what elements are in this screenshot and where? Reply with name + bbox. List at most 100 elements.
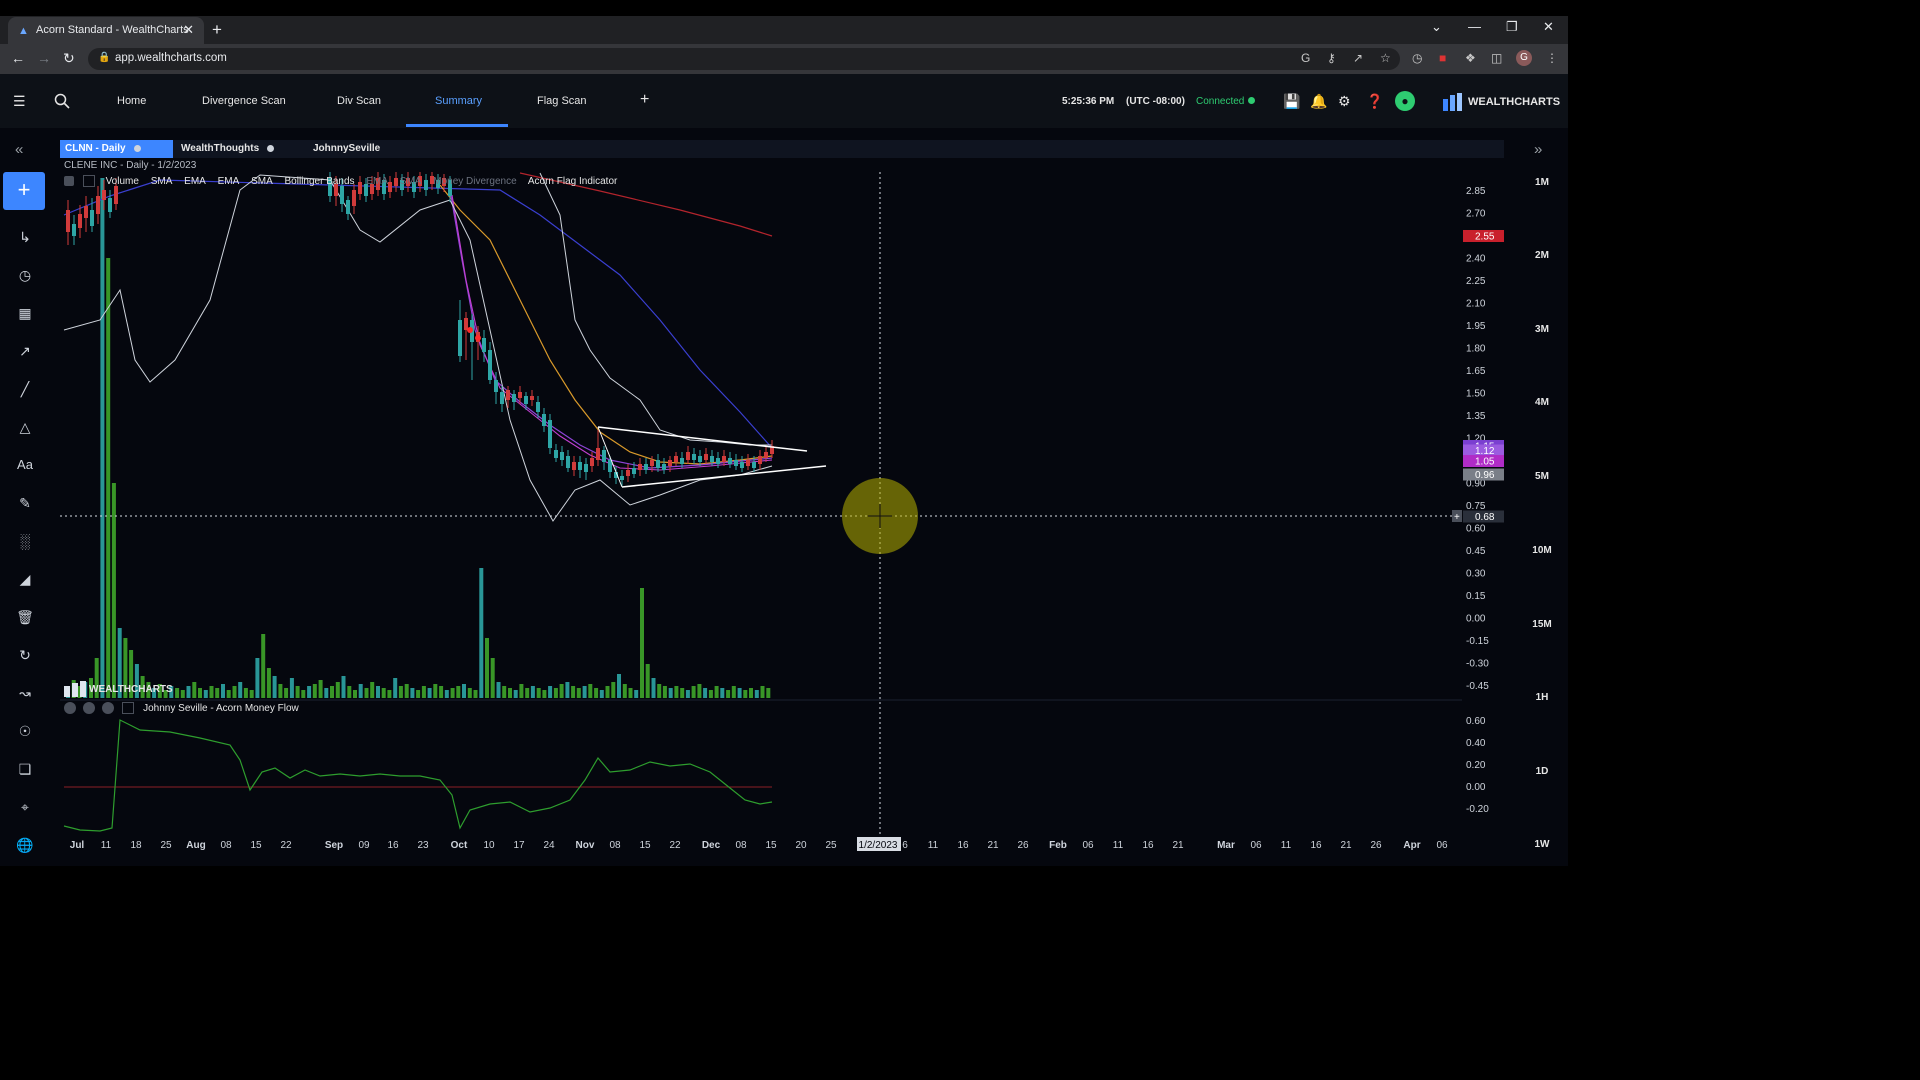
- price-tick-label: 1.35: [1466, 411, 1486, 422]
- x-tick-label: 15: [639, 840, 651, 851]
- lower-pane-legend: Johnny Seville - Acorn Money Flow: [64, 702, 299, 714]
- volume-bar: [307, 686, 312, 698]
- pane-down-icon[interactable]: [82, 702, 95, 714]
- x-tick-label: 20: [795, 840, 807, 851]
- x-tick-label: 08: [220, 840, 232, 851]
- indicator-ema[interactable]: EMA: [184, 176, 206, 187]
- volume-bar: [226, 690, 231, 698]
- volume-bar: [203, 690, 208, 698]
- indicator-bollinger-bands[interactable]: Bollinger Bands: [285, 176, 355, 187]
- indicator-ema-3[interactable]: EMA: [366, 176, 388, 187]
- price-tick-label: 1.65: [1466, 366, 1486, 377]
- lower-tick-label: -0.20: [1466, 804, 1489, 815]
- volume-bar: [530, 686, 535, 698]
- collapse-indicators-icon[interactable]: [64, 176, 74, 186]
- volume-bar: [284, 688, 289, 698]
- x-tick-label: 22: [669, 840, 681, 851]
- candle-body: [764, 452, 768, 458]
- candle-body: [102, 190, 106, 200]
- volume-bar: [106, 258, 111, 698]
- volume-bar: [249, 690, 254, 698]
- volume-bar: [456, 686, 461, 698]
- x-tick-label: 06: [1250, 840, 1262, 851]
- volume-bar: [519, 684, 524, 698]
- price-tick-label: 0.30: [1466, 569, 1486, 580]
- candle-body: [548, 420, 552, 448]
- price-tick-label: 2.10: [1466, 299, 1486, 310]
- volume-bar: [760, 686, 765, 698]
- indicator-volume[interactable]: Volume: [106, 176, 139, 187]
- candle-body: [90, 210, 94, 226]
- price-marker-label: 0.96: [1475, 470, 1495, 481]
- pane-minimize-icon[interactable]: [122, 702, 135, 714]
- volume-bar: [536, 688, 541, 698]
- volume-bar: [622, 684, 627, 698]
- volume-bar: [444, 690, 449, 698]
- volume-bar: [754, 690, 759, 698]
- volume-bar: [553, 688, 558, 698]
- candle-body: [704, 454, 708, 460]
- x-tick-label: Feb: [1049, 840, 1067, 851]
- ma-blue-line: [63, 179, 773, 449]
- indicator-money-divergence[interactable]: Money Divergence: [433, 176, 516, 187]
- indicator-sma[interactable]: SMA: [151, 176, 173, 187]
- candle-body: [482, 338, 486, 352]
- candle-body: [108, 198, 112, 212]
- pane-settings-icon[interactable]: [64, 702, 76, 714]
- volume-bar: [404, 684, 409, 698]
- crosshair-plus-label: +: [1454, 512, 1460, 523]
- candle-body: [96, 196, 100, 214]
- price-tick-label: -0.45: [1466, 681, 1489, 692]
- price-tick-label: 1.95: [1466, 321, 1486, 332]
- candle-body: [494, 380, 498, 392]
- candle-body: [746, 460, 750, 466]
- x-tick-label: 16: [1310, 840, 1322, 851]
- volume-bar: [525, 688, 530, 698]
- x-tick-label: Oct: [451, 840, 468, 851]
- volume-bar: [100, 178, 105, 698]
- volume-bar: [347, 686, 352, 698]
- minimize-pane-icon[interactable]: [82, 175, 95, 187]
- x-tick-label: 25: [825, 840, 837, 851]
- volume-bar: [697, 684, 702, 698]
- candle-body: [536, 402, 540, 412]
- candle-body: [584, 464, 588, 472]
- volume-bar: [387, 690, 392, 698]
- volume-bar: [381, 688, 386, 698]
- candle-body: [464, 318, 468, 330]
- indicator-sma-2[interactable]: SMA: [251, 176, 273, 187]
- volume-bar: [513, 690, 518, 698]
- indicator-sma-3[interactable]: SMA: [400, 176, 422, 187]
- price-tick-label: -0.30: [1466, 659, 1489, 670]
- pane-up-icon[interactable]: [101, 702, 114, 714]
- candle-body: [554, 450, 558, 458]
- candle-body: [578, 462, 582, 470]
- candle-body: [340, 186, 344, 204]
- lower-tick-label: 0.40: [1466, 738, 1486, 749]
- bollinger-upper: [539, 172, 772, 446]
- price-tick-label: 2.85: [1466, 186, 1486, 197]
- volume-bar: [215, 688, 220, 698]
- price-chart[interactable]: 2.85 2.70 2.55 2.40 2.25 2.10 1.95 1.80 1.65 1.50…: [0, 0, 1568, 882]
- candle-body: [560, 452, 564, 460]
- indicator-ema-2[interactable]: EMA: [218, 176, 240, 187]
- candle-body: [698, 456, 702, 462]
- x-tick-label: 26: [1017, 840, 1029, 851]
- volume-bar: [749, 688, 753, 698]
- volume-bar: [198, 688, 202, 698]
- volume-bar: [617, 674, 621, 698]
- price-marker-label: 1.05: [1475, 457, 1495, 468]
- volume-bar: [393, 678, 398, 698]
- volume-bar: [364, 688, 369, 698]
- price-tick-label: 0.45: [1466, 546, 1486, 557]
- volume-bar: [628, 688, 633, 698]
- x-tick-label: 1/2/2023: [859, 840, 898, 851]
- candle-body: [596, 448, 600, 460]
- candle-body: [524, 396, 528, 404]
- x-tick-label: 16: [957, 840, 969, 851]
- indicator-acorn-flag[interactable]: Acorn Flag Indicator: [528, 176, 618, 187]
- volume-bar: [324, 688, 329, 698]
- candle-body: [78, 214, 82, 228]
- candle-body: [626, 470, 630, 476]
- x-tick-label: Dec: [702, 840, 721, 851]
